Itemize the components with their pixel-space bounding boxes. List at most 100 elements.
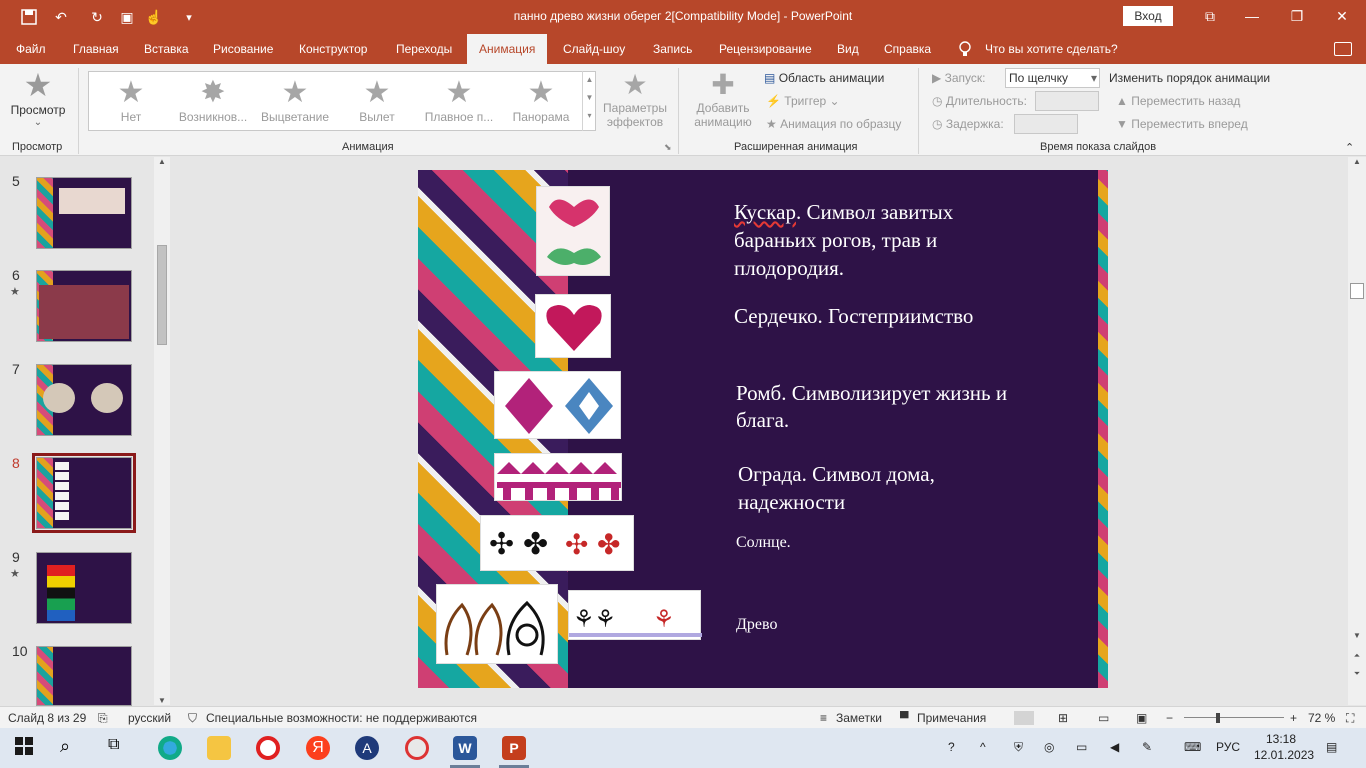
animation-none[interactable]: ★ Нет xyxy=(91,76,171,124)
tab-slideshow[interactable]: Слайд-шоу xyxy=(557,34,631,64)
slide-sorter-icon[interactable]: ⊞ xyxy=(1058,711,1068,725)
meet-now-icon[interactable]: ◎ xyxy=(1044,740,1054,754)
ornament-kuskar-image[interactable] xyxy=(536,186,610,276)
move-earlier-button[interactable]: ▲ Переместить назад xyxy=(1116,91,1240,111)
slide-counter[interactable]: Слайд 8 из 29 xyxy=(8,711,86,725)
recorder-icon[interactable] xyxy=(405,736,429,760)
tab-record[interactable]: Запись xyxy=(647,34,698,64)
scroll-down-icon[interactable]: ▼ xyxy=(1348,631,1366,640)
animation-fly-in[interactable]: ★ Вылет xyxy=(337,76,417,124)
edge-browser-icon[interactable] xyxy=(158,736,182,760)
animation-pan[interactable]: ★ Панорама xyxy=(501,76,581,124)
powerpoint-icon[interactable]: P xyxy=(502,736,526,760)
search-icon[interactable]: ⌕ xyxy=(60,736,84,760)
thumbnail-scrollbar[interactable]: ▲ ▼ xyxy=(154,157,170,705)
notes-button[interactable]: Заметки xyxy=(836,711,882,725)
animation-fade[interactable]: ★ Выцветание xyxy=(255,76,335,124)
security-icon[interactable]: ⛨ xyxy=(1014,740,1023,755)
slideshow-icon[interactable]: ▣ xyxy=(1136,711,1147,725)
gallery-down-icon[interactable]: ▼ xyxy=(583,89,596,107)
previous-slide-icon[interactable]: ⏶ xyxy=(1348,651,1366,661)
dialog-launcher-icon[interactable]: ⬊ xyxy=(664,142,672,153)
tab-design[interactable]: Конструктор xyxy=(293,34,373,64)
slide-thumbnail[interactable] xyxy=(36,552,132,624)
language-indicator[interactable]: русский xyxy=(128,711,171,725)
start-dropdown[interactable]: По щелчку ▾ xyxy=(1005,68,1100,88)
comments-icon[interactable] xyxy=(1334,42,1352,56)
scroll-thumb[interactable] xyxy=(1350,283,1364,299)
collapse-ribbon-icon[interactable]: ⌃ xyxy=(1345,141,1354,154)
ornament-tree-image[interactable] xyxy=(436,584,558,664)
preview-button[interactable]: ★ Просмотр ⌄ xyxy=(6,69,70,135)
slide-canvas[interactable]: ✣ ✤ ✣ ✤ ⚘⚘ ⚘ Кускар. Символ завитых бараньих… xyxy=(418,170,1108,688)
scroll-thumb[interactable] xyxy=(157,245,167,345)
zoom-slider-handle[interactable] xyxy=(1216,713,1220,723)
tab-transitions[interactable]: Переходы xyxy=(390,34,458,64)
tab-animations[interactable]: Анимация xyxy=(467,34,548,64)
yandex-browser-icon[interactable]: Я xyxy=(306,736,330,760)
zoom-in-icon[interactable]: + xyxy=(1290,711,1297,725)
spellcheck-icon[interactable]: ⎘ xyxy=(98,711,108,726)
tab-file[interactable]: Файл xyxy=(10,34,52,64)
next-slide-icon[interactable]: ⏷ xyxy=(1348,669,1366,679)
slide-thumbnail[interactable] xyxy=(36,646,132,706)
tab-help[interactable]: Справка xyxy=(878,34,937,64)
fit-to-window-icon[interactable]: ⛶ xyxy=(1346,711,1354,726)
task-view-icon[interactable]: ⧉ xyxy=(108,736,132,760)
effect-options-button[interactable]: ★ Параметры эффектов xyxy=(600,69,670,129)
zoom-slider[interactable] xyxy=(1184,717,1284,718)
animation-float-in[interactable]: ★ Плавное п... xyxy=(419,76,499,124)
gallery-up-icon[interactable]: ▲ xyxy=(583,71,596,89)
slide-text-sun[interactable]: Солнце. xyxy=(736,534,791,552)
clock-date[interactable]: 12.01.2023 xyxy=(1254,748,1314,762)
add-animation-button[interactable]: ✚ Добавить анимацию xyxy=(684,69,762,129)
slide-thumbnail[interactable] xyxy=(36,177,132,249)
tab-view[interactable]: Вид xyxy=(831,34,865,64)
restore-button[interactable]: ❐ xyxy=(1282,6,1312,26)
tab-home[interactable]: Главная xyxy=(67,34,125,64)
battery-icon[interactable]: ▭ xyxy=(1076,740,1087,754)
move-later-button[interactable]: ▼ Переместить вперед xyxy=(1116,114,1248,134)
show-hidden-icons[interactable]: ^ xyxy=(980,740,986,754)
gallery-more-icon[interactable]: ▾ xyxy=(583,107,596,125)
ornament-tree2-image[interactable]: ⚘⚘ ⚘ xyxy=(568,590,702,640)
animation-appear[interactable]: ✸ Возникнов... xyxy=(173,76,253,124)
ornament-sun-image[interactable]: ✣ ✤ ✣ ✤ xyxy=(480,515,634,571)
slide-thumbnail[interactable] xyxy=(36,270,132,342)
ornament-rhomb-image[interactable] xyxy=(494,371,621,439)
scroll-up-icon[interactable]: ▲ xyxy=(154,157,170,166)
opera-browser-icon[interactable] xyxy=(256,736,280,760)
normal-view-icon[interactable] xyxy=(1014,711,1034,725)
notifications-icon[interactable]: ▤ xyxy=(1326,740,1337,754)
slide-text-tree[interactable]: Древо xyxy=(736,616,777,634)
tab-insert[interactable]: Вставка xyxy=(138,34,195,64)
windows-start-icon[interactable] xyxy=(14,736,38,760)
ornament-heart-image[interactable] xyxy=(535,294,611,358)
pen-icon[interactable]: ✎ xyxy=(1142,740,1152,754)
scroll-down-icon[interactable]: ▼ xyxy=(154,696,170,705)
slide-thumbnail[interactable] xyxy=(36,364,132,436)
volume-icon[interactable]: ◀ xyxy=(1110,740,1119,754)
clock-time[interactable]: 13:18 xyxy=(1266,732,1296,746)
reading-view-icon[interactable]: ▭ xyxy=(1098,711,1109,725)
scroll-up-icon[interactable]: ▲ xyxy=(1348,157,1366,166)
slide-text-rhomb[interactable]: Ромб. Символизирует жизнь и блага. xyxy=(736,380,1056,434)
duration-field[interactable] xyxy=(1035,91,1099,111)
slide-text-heart[interactable]: Сердечко. Гостеприимство xyxy=(734,304,973,329)
animation-pane-button[interactable]: ▤ Область анимации xyxy=(764,68,884,88)
tell-me-input[interactable]: Что вы хотите сделать? xyxy=(985,34,1118,64)
minimize-button[interactable]: — xyxy=(1237,6,1267,26)
zoom-level[interactable]: 72 % xyxy=(1308,711,1335,725)
app-icon[interactable]: A xyxy=(355,736,379,760)
slide-text-kuskar[interactable]: Кускар. Символ завитых бараньих рогов, т… xyxy=(734,198,1034,282)
animation-painter-button[interactable]: ★ Анимация по образцу xyxy=(766,114,901,134)
ribbon-display-icon[interactable]: ⧉ xyxy=(1195,6,1225,26)
trigger-button[interactable]: ⚡ Триггер ⌄ xyxy=(766,91,840,111)
help-icon[interactable]: ? xyxy=(948,740,955,754)
slide-text-fence[interactable]: Ограда. Символ дома, надежности xyxy=(738,460,988,516)
keyboard-icon[interactable]: ⌨ xyxy=(1184,740,1201,754)
tab-review[interactable]: Рецензирование xyxy=(713,34,818,64)
close-button[interactable]: ✕ xyxy=(1327,6,1357,26)
slide-scrollbar[interactable]: ▲ ▼ ⏶ ⏷ xyxy=(1348,157,1366,705)
ornament-fence-image[interactable] xyxy=(494,453,622,501)
